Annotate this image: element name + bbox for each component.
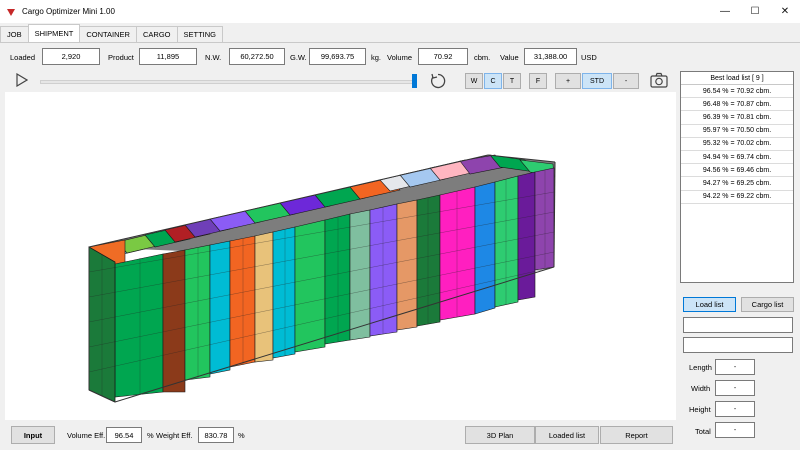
side-field-1[interactable] xyxy=(683,317,793,333)
maximize-button[interactable]: ☐ xyxy=(740,0,770,23)
side-field-2[interactable] xyxy=(683,337,793,353)
zoom-in-button[interactable]: + xyxy=(555,73,581,89)
volume-label: Volume xyxy=(387,53,413,62)
minimize-button[interactable]: — xyxy=(710,0,740,23)
best-load-item[interactable]: 94.56 % = 69.46 cbm. xyxy=(681,164,793,178)
title-bar: Cargo Optimizer Mini 1.00 — ☐ ✕ xyxy=(0,0,800,23)
window-title: Cargo Optimizer Mini 1.00 xyxy=(22,7,115,16)
input-button[interactable]: Input xyxy=(11,426,55,444)
tab-divider xyxy=(0,42,800,43)
best-load-item[interactable]: 94.94 % = 69.74 cbm. xyxy=(681,151,793,165)
tab-job[interactable]: JOB xyxy=(0,26,29,42)
cargo-list-button[interactable]: Cargo list xyxy=(741,297,794,312)
value-label: Value xyxy=(500,53,519,62)
container-3d-view[interactable] xyxy=(5,92,676,420)
best-load-item[interactable]: 94.27 % = 69.25 cbm. xyxy=(681,177,793,191)
volume-eff-unit: % xyxy=(147,431,154,440)
view-toolbar: W C T F + STD - xyxy=(0,69,678,91)
length-label: Length xyxy=(689,363,712,372)
volume-eff-label: Volume Eff. xyxy=(67,431,106,440)
camera-icon[interactable] xyxy=(650,72,668,88)
best-load-list: Best load list [ 9 ] 96.54 % = 70.92 cbm… xyxy=(680,71,794,283)
product-value: 11,895 xyxy=(139,48,197,65)
shipment-summary: Loaded 2,920 Product 11,895 N.W. 60,272.… xyxy=(0,44,800,69)
best-load-list-header: Best load list [ 9 ] xyxy=(681,72,793,85)
loaded-label: Loaded xyxy=(10,53,36,62)
best-load-item[interactable]: 95.32 % = 70.02 cbm. xyxy=(681,138,793,151)
report-button[interactable]: Report xyxy=(600,426,673,444)
load-list-button[interactable]: Load list xyxy=(683,297,736,312)
app-logo-icon xyxy=(7,8,15,16)
weight-eff-label: Weight Eff. xyxy=(156,431,193,440)
currency-unit: USD xyxy=(581,53,597,62)
play-icon[interactable] xyxy=(16,73,28,87)
loaded-value: 2,920 xyxy=(42,48,100,65)
tab-shipment[interactable]: SHIPMENT xyxy=(27,24,81,42)
height-value: - xyxy=(715,401,755,417)
total-value: - xyxy=(715,422,755,438)
width-value: - xyxy=(715,380,755,396)
volume-eff-value: 96.54 xyxy=(106,427,142,443)
gw-label: G.W. xyxy=(290,53,307,62)
tab-setting[interactable]: SETTING xyxy=(176,26,224,42)
nw-label: N.W. xyxy=(205,53,222,62)
weight-eff-value: 830.78 xyxy=(198,427,234,443)
reset-rotation-icon[interactable] xyxy=(429,72,447,90)
side-panel: Best load list [ 9 ] 96.54 % = 70.92 cbm… xyxy=(678,69,796,447)
view-w-button[interactable]: W xyxy=(465,73,483,89)
weight-eff-unit: % xyxy=(238,431,245,440)
total-label: Total xyxy=(695,427,711,436)
tab-cargo[interactable]: CARGO xyxy=(135,26,178,42)
bottom-bar: Input Volume Eff. 96.54 % Weight Eff. 83… xyxy=(0,423,678,450)
volume-value: 70.92 xyxy=(418,48,468,65)
gw-value: 99,693.75 xyxy=(309,48,366,65)
zoom-std-button[interactable]: STD xyxy=(582,73,612,89)
best-load-item[interactable]: 96.39 % = 70.81 cbm. xyxy=(681,111,793,125)
close-button[interactable]: ✕ xyxy=(770,0,800,23)
view-f-button[interactable]: F xyxy=(529,73,547,89)
width-label: Width xyxy=(691,384,711,393)
nw-value: 60,272.50 xyxy=(229,48,285,65)
best-load-item[interactable]: 94.22 % = 69.22 cbm. xyxy=(681,191,793,204)
view-t-button[interactable]: T xyxy=(503,73,521,89)
value-value: 31,388.00 xyxy=(524,48,577,65)
best-load-item[interactable]: 96.54 % = 70.92 cbm. xyxy=(681,85,793,99)
zoom-out-button[interactable]: - xyxy=(613,73,639,89)
length-value: - xyxy=(715,359,755,375)
product-label: Product xyxy=(108,53,134,62)
best-load-item[interactable]: 96.48 % = 70.87 cbm. xyxy=(681,98,793,112)
container-3d-render xyxy=(88,154,556,403)
view-c-button[interactable]: C xyxy=(484,73,502,89)
best-load-item[interactable]: 95.97 % = 70.50 cbm. xyxy=(681,125,793,138)
animation-slider-track[interactable] xyxy=(40,80,416,84)
3d-plan-button[interactable]: 3D Plan xyxy=(465,426,535,444)
height-label: Height xyxy=(689,405,711,414)
animation-slider-thumb[interactable] xyxy=(412,74,417,88)
tab-container[interactable]: CONTAINER xyxy=(79,26,137,42)
tab-bar: JOB SHIPMENT CONTAINER CARGO SETTING xyxy=(0,24,224,42)
loaded-list-button[interactable]: Loaded list xyxy=(535,426,599,444)
weight-unit: kg. xyxy=(371,53,382,62)
volume-unit: cbm. xyxy=(474,53,491,62)
